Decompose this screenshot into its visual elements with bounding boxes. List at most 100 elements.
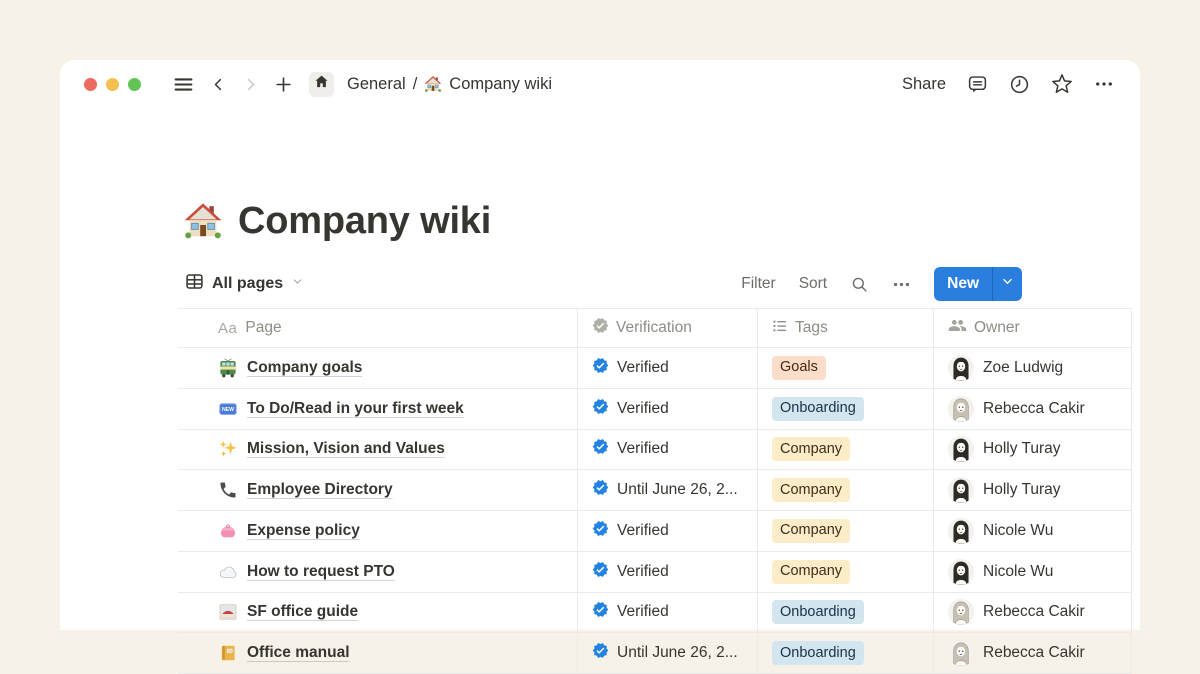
home-button[interactable]	[309, 72, 334, 97]
column-header-tags[interactable]: Tags	[758, 309, 934, 347]
view-options-icon[interactable]	[892, 275, 911, 294]
new-button-dropdown[interactable]	[992, 267, 1022, 301]
new-page-icon[interactable]	[275, 76, 292, 93]
verified-badge-icon	[592, 438, 609, 460]
breadcrumb: General / Company wiki	[347, 75, 552, 94]
column-header-label: Page	[245, 319, 281, 337]
comments-icon[interactable]	[967, 74, 988, 95]
new-button-emoji: NEW	[218, 399, 238, 419]
page-cell[interactable]: How to request PTO	[178, 552, 578, 592]
page-cell[interactable]: SF office guide	[178, 593, 578, 633]
new-button[interactable]: New	[934, 267, 1022, 301]
verification-cell[interactable]: Verified	[578, 593, 758, 633]
verified-badge-icon	[592, 317, 609, 339]
tags-cell[interactable]: Onboarding	[758, 593, 934, 633]
owner-cell[interactable]: Zoe Ludwig	[934, 348, 1132, 388]
share-button[interactable]: Share	[902, 75, 946, 94]
page-link[interactable]: Office manual	[247, 644, 350, 662]
verified-badge-icon	[592, 561, 609, 583]
traffic-lights	[84, 78, 141, 91]
tags-cell[interactable]: Goals	[758, 348, 934, 388]
verification-cell[interactable]: Verified	[578, 511, 758, 551]
back-icon[interactable]	[211, 77, 226, 92]
page-cell[interactable]: Office manual	[178, 633, 578, 673]
breadcrumb-workspace[interactable]: General	[347, 75, 406, 94]
owner-cell[interactable]: Nicole Wu	[934, 552, 1132, 592]
page-cell[interactable]: NEW To Do/Read in your first week	[178, 389, 578, 429]
page-link[interactable]: Company goals	[247, 359, 362, 377]
aa-text-icon: Aa	[218, 320, 237, 337]
breadcrumb-page[interactable]: Company wiki	[424, 75, 552, 94]
owner-name: Nicole Wu	[983, 522, 1053, 540]
tags-cell[interactable]: Onboarding	[758, 633, 934, 673]
sidebar-toggle-icon[interactable]	[173, 74, 194, 95]
page-link[interactable]: Employee Directory	[247, 481, 393, 499]
column-header-label: Owner	[974, 319, 1020, 337]
search-icon[interactable]	[850, 275, 869, 294]
verification-text: Verified	[617, 359, 669, 377]
page-link[interactable]: How to request PTO	[247, 563, 395, 581]
tram-emoji	[218, 358, 238, 378]
tag-chip: Company	[772, 519, 850, 543]
owner-cell[interactable]: Holly Turay	[934, 470, 1132, 510]
page-cell[interactable]: Mission, Vision and Values	[178, 430, 578, 470]
breadcrumb-separator: /	[413, 75, 418, 94]
sf-picture-emoji	[218, 602, 238, 622]
filter-button[interactable]: Filter	[741, 275, 775, 293]
page-link[interactable]: SF office guide	[247, 603, 358, 621]
close-window-button[interactable]	[84, 78, 97, 91]
minimize-window-button[interactable]	[106, 78, 119, 91]
tags-cell[interactable]: Company	[758, 470, 934, 510]
verification-cell[interactable]: Verified	[578, 389, 758, 429]
page-cell[interactable]: Employee Directory	[178, 470, 578, 510]
table-row: Expense policy Verified Company Nicole Wu	[178, 511, 1132, 552]
owner-cell[interactable]: Rebecca Cakir	[934, 593, 1132, 633]
column-header-page[interactable]: Aa Page	[178, 309, 578, 347]
page-cell[interactable]: Expense policy	[178, 511, 578, 551]
table-row: Employee Directory Until June 26, 2...Com…	[178, 470, 1132, 511]
tag-chip: Onboarding	[772, 641, 864, 665]
owner-name: Rebecca Cakir	[983, 400, 1085, 418]
home-icon	[314, 74, 329, 94]
page-link[interactable]: Mission, Vision and Values	[247, 440, 445, 458]
column-header-owner[interactable]: Owner	[934, 309, 1132, 347]
owner-cell[interactable]: Rebecca Cakir	[934, 389, 1132, 429]
tag-chip: Onboarding	[772, 397, 864, 421]
owner-name: Zoe Ludwig	[983, 359, 1063, 377]
avatar	[948, 396, 974, 422]
tag-chip: Goals	[772, 356, 826, 380]
zoom-window-button[interactable]	[128, 78, 141, 91]
page-icon-house-emoji[interactable]	[183, 201, 223, 241]
tags-cell[interactable]: Onboarding	[758, 389, 934, 429]
owner-name: Holly Turay	[983, 481, 1061, 499]
history-icon[interactable]	[1009, 74, 1030, 95]
verified-badge-icon	[592, 642, 609, 664]
tags-cell[interactable]: Company	[758, 511, 934, 551]
owner-cell[interactable]: Holly Turay	[934, 430, 1132, 470]
owner-cell[interactable]: Nicole Wu	[934, 511, 1132, 551]
tags-cell[interactable]: Company	[758, 552, 934, 592]
view-tab-all-pages[interactable]: All pages	[185, 272, 304, 296]
page-title[interactable]: Company wiki	[238, 200, 491, 243]
verification-text: Verified	[617, 603, 669, 621]
page-link[interactable]: Expense policy	[247, 522, 360, 540]
verification-cell[interactable]: Verified	[578, 552, 758, 592]
sort-button[interactable]: Sort	[799, 275, 827, 293]
tag-chip: Company	[772, 437, 850, 461]
verification-cell[interactable]: Verified	[578, 430, 758, 470]
owner-name: Holly Turay	[983, 440, 1061, 458]
page-link[interactable]: To Do/Read in your first week	[247, 400, 464, 418]
tags-cell[interactable]: Company	[758, 430, 934, 470]
verification-cell[interactable]: Until June 26, 2...	[578, 470, 758, 510]
page-cell[interactable]: Company goals	[178, 348, 578, 388]
verification-cell[interactable]: Verified	[578, 348, 758, 388]
svg-text:NEW: NEW	[222, 407, 234, 413]
verification-text: Verified	[617, 440, 669, 458]
more-options-icon[interactable]	[1094, 74, 1114, 94]
verification-cell[interactable]: Until June 26, 2...	[578, 633, 758, 673]
owner-cell[interactable]: Rebecca Cakir	[934, 633, 1132, 673]
column-header-verification[interactable]: Verification	[578, 309, 758, 347]
forward-icon[interactable]	[243, 77, 258, 92]
verification-text: Verified	[617, 522, 669, 540]
favorite-icon[interactable]	[1051, 73, 1073, 95]
